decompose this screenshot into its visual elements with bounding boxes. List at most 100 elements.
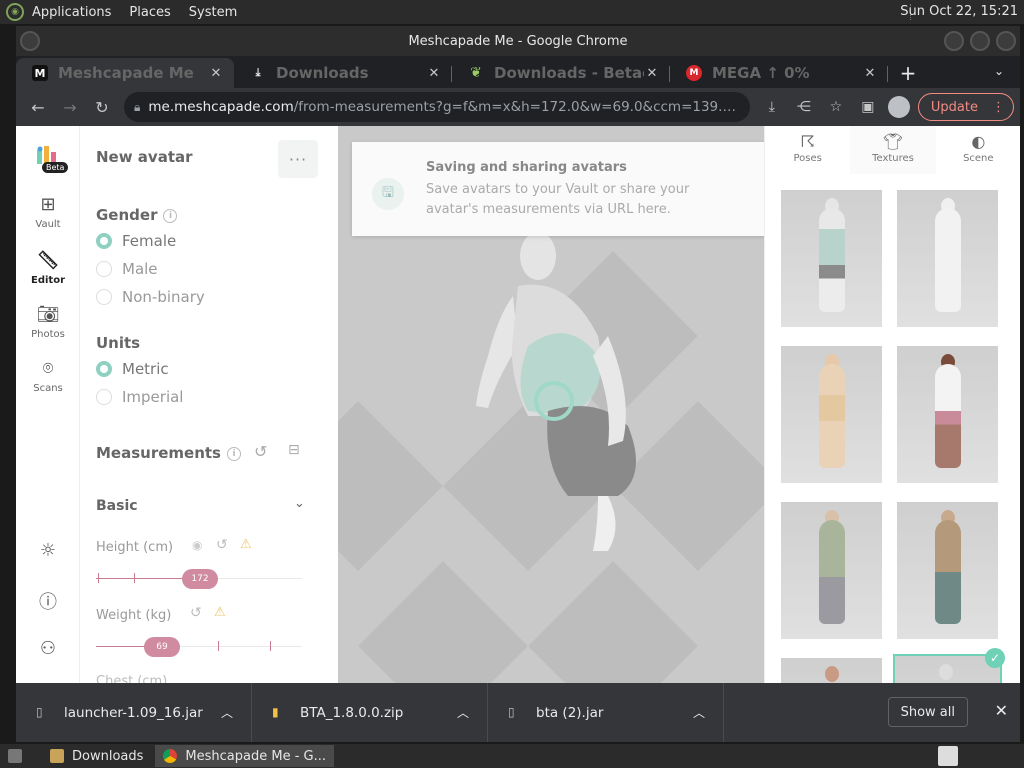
download-item[interactable]: ▯ launcher-1.09_16.jar ︿ bbox=[16, 683, 252, 742]
new-tab-button[interactable]: + bbox=[888, 58, 928, 88]
thumb-figure bbox=[935, 520, 961, 624]
basic-section-heading[interactable]: Basic bbox=[96, 498, 138, 514]
maximize-button[interactable] bbox=[970, 31, 990, 51]
tab-downloads[interactable]: ⤓ Downloads ✕ bbox=[234, 58, 452, 88]
close-tab-icon[interactable]: ✕ bbox=[208, 66, 224, 81]
slider-thumb[interactable]: 172 bbox=[182, 569, 218, 589]
share-icon[interactable]: ⋲ bbox=[788, 91, 820, 123]
show-all-button[interactable]: Show all bbox=[887, 697, 968, 727]
download-item[interactable]: ▯ bta (2).jar ︿ bbox=[488, 683, 724, 742]
chevron-up-icon[interactable]: ︿ bbox=[457, 704, 469, 721]
bookmark-star-icon[interactable]: ☆ bbox=[820, 91, 852, 123]
close-window-button[interactable] bbox=[996, 31, 1016, 51]
reset-icon[interactable]: ↺ bbox=[216, 537, 228, 553]
install-app-icon[interactable]: ⤓ bbox=[756, 91, 788, 123]
close-tab-icon[interactable]: ✕ bbox=[862, 66, 878, 81]
chevron-up-icon[interactable]: ︿ bbox=[221, 704, 233, 721]
forward-button[interactable]: → bbox=[54, 91, 86, 123]
rail-item-vault[interactable]: ⊞ Vault bbox=[16, 194, 80, 230]
texture-thumb[interactable] bbox=[897, 502, 998, 639]
texture-thumb[interactable] bbox=[781, 190, 882, 327]
chevron-down-icon[interactable]: ⌄ bbox=[294, 496, 305, 511]
tab-label: Scene bbox=[963, 153, 994, 164]
taskbar-label: Downloads bbox=[72, 748, 144, 764]
avatar-model[interactable] bbox=[458, 226, 658, 566]
warning-icon[interactable]: ⚠ bbox=[240, 537, 252, 552]
menu-applications[interactable]: Applications bbox=[32, 5, 111, 20]
update-button[interactable]: Update ⋮ bbox=[917, 93, 1014, 121]
rail-label: Vault bbox=[35, 219, 61, 230]
weight-slider[interactable]: 69 bbox=[96, 637, 302, 657]
menu-places[interactable]: Places bbox=[129, 5, 170, 20]
close-icon[interactable]: ✕ bbox=[995, 701, 1008, 720]
taskbar-item-downloads[interactable]: Downloads bbox=[42, 745, 151, 767]
units-imperial-radio[interactable]: Imperial bbox=[96, 388, 183, 406]
height-slider[interactable]: 172 bbox=[96, 569, 302, 589]
taskbar-item-chrome[interactable]: Meshcapade Me - G... bbox=[155, 745, 334, 767]
reset-icon[interactable]: ↺ bbox=[254, 442, 267, 461]
back-button[interactable]: ← bbox=[22, 91, 54, 123]
texture-thumb[interactable] bbox=[781, 346, 882, 483]
workspace-switcher[interactable] bbox=[938, 746, 958, 766]
rail-item-editor[interactable]: 📏︎ Editor bbox=[16, 250, 80, 286]
texture-thumb[interactable] bbox=[781, 658, 882, 683]
info-icon[interactable]: i bbox=[163, 208, 178, 223]
tab-mega[interactable]: M MEGA ↑ 0% ✕ bbox=[670, 58, 888, 88]
help-button[interactable]: ⓘ bbox=[16, 588, 80, 618]
gallery-tabs: ☈ Poses 👕︎ Textures ◐ Scene bbox=[765, 126, 1020, 174]
tab-betacraft[interactable]: ❦ Downloads - Betacraft ✕ bbox=[452, 58, 670, 88]
rail-item-scans[interactable]: ⌾ Scans bbox=[16, 358, 80, 394]
download-item[interactable]: ▮ BTA_1.8.0.0.zip ︿ bbox=[252, 683, 488, 742]
kebab-menu-icon[interactable]: ⋮ bbox=[992, 100, 1005, 115]
gallery-panel: ☈ Poses 👕︎ Textures ◐ Scene ✓ bbox=[764, 126, 1020, 683]
rail-item-photos[interactable]: 📷︎ Photos bbox=[16, 304, 80, 340]
gender-male-radio[interactable]: Male bbox=[96, 260, 158, 278]
address-bar[interactable]: 🔒︎ me.meshcapade.com/from-measurements?g… bbox=[124, 92, 750, 122]
window-menu-button[interactable] bbox=[20, 31, 40, 51]
beta-badge: Beta bbox=[42, 162, 69, 173]
gender-nonbinary-radio[interactable]: Non-binary bbox=[96, 288, 205, 306]
warning-icon[interactable]: ⚠ bbox=[214, 605, 226, 620]
compare-icon[interactable]: ⊟ bbox=[288, 442, 300, 458]
theme-toggle[interactable]: ☼ bbox=[16, 540, 80, 565]
tab-label: Textures bbox=[872, 153, 914, 164]
minimize-button[interactable] bbox=[944, 31, 964, 51]
texture-thumb[interactable] bbox=[897, 190, 998, 327]
tab-search-chevron-icon[interactable]: ⌄ bbox=[994, 64, 1004, 78]
close-tab-icon[interactable]: ✕ bbox=[426, 66, 442, 81]
texture-thumb[interactable] bbox=[897, 346, 998, 483]
clock[interactable]: Sun Oct 22, 15:21 bbox=[900, 4, 1018, 19]
tab-scene[interactable]: ◐ Scene bbox=[936, 126, 1020, 174]
menu-system[interactable]: System bbox=[189, 5, 237, 20]
reset-icon[interactable]: ↺ bbox=[190, 605, 202, 621]
desktop-taskbar: Downloads Meshcapade Me - G... bbox=[0, 744, 1024, 768]
gender-heading: Gender i bbox=[96, 206, 178, 224]
units-metric-radio[interactable]: Metric bbox=[96, 360, 169, 378]
more-options-button[interactable]: ··· bbox=[278, 140, 318, 178]
info-icon[interactable]: i bbox=[226, 446, 241, 461]
folder-icon bbox=[50, 749, 64, 763]
side-panel-icon[interactable]: ▣ bbox=[852, 91, 884, 123]
close-tab-icon[interactable]: ✕ bbox=[644, 66, 660, 81]
tab-poses[interactable]: ☈ Poses bbox=[765, 126, 850, 174]
pose-icon: ☈ bbox=[800, 132, 815, 151]
show-desktop-button[interactable] bbox=[0, 745, 38, 767]
tab-meshcapade[interactable]: M Meshcapade Me ✕ bbox=[16, 58, 234, 88]
avatar-3d-viewport[interactable]: 🖫︎ Saving and sharing avatars Save avata… bbox=[338, 126, 764, 683]
shirt-icon: 👕︎ bbox=[882, 132, 904, 151]
tab-textures[interactable]: 👕︎ Textures bbox=[850, 126, 936, 174]
slider-thumb[interactable]: 69 bbox=[144, 637, 180, 657]
gender-female-radio[interactable]: Female bbox=[96, 232, 176, 250]
window-titlebar[interactable]: Meshcapade Me - Google Chrome bbox=[16, 26, 1020, 56]
jar-file-icon: ▯ bbox=[36, 704, 43, 719]
profile-avatar-icon[interactable] bbox=[887, 96, 910, 118]
slider-tick bbox=[134, 573, 135, 583]
eye-icon[interactable]: ◉ bbox=[192, 538, 202, 552]
account-button[interactable]: ⚇ bbox=[16, 638, 80, 663]
texture-thumb[interactable] bbox=[781, 502, 882, 639]
reload-button[interactable]: ↻ bbox=[86, 91, 118, 123]
chevron-up-icon[interactable]: ︿ bbox=[693, 704, 705, 721]
lock-icon[interactable]: 🔒︎ bbox=[134, 100, 140, 115]
thumb-head bbox=[939, 664, 953, 680]
distro-logo-icon[interactable]: ◉ bbox=[6, 3, 24, 21]
